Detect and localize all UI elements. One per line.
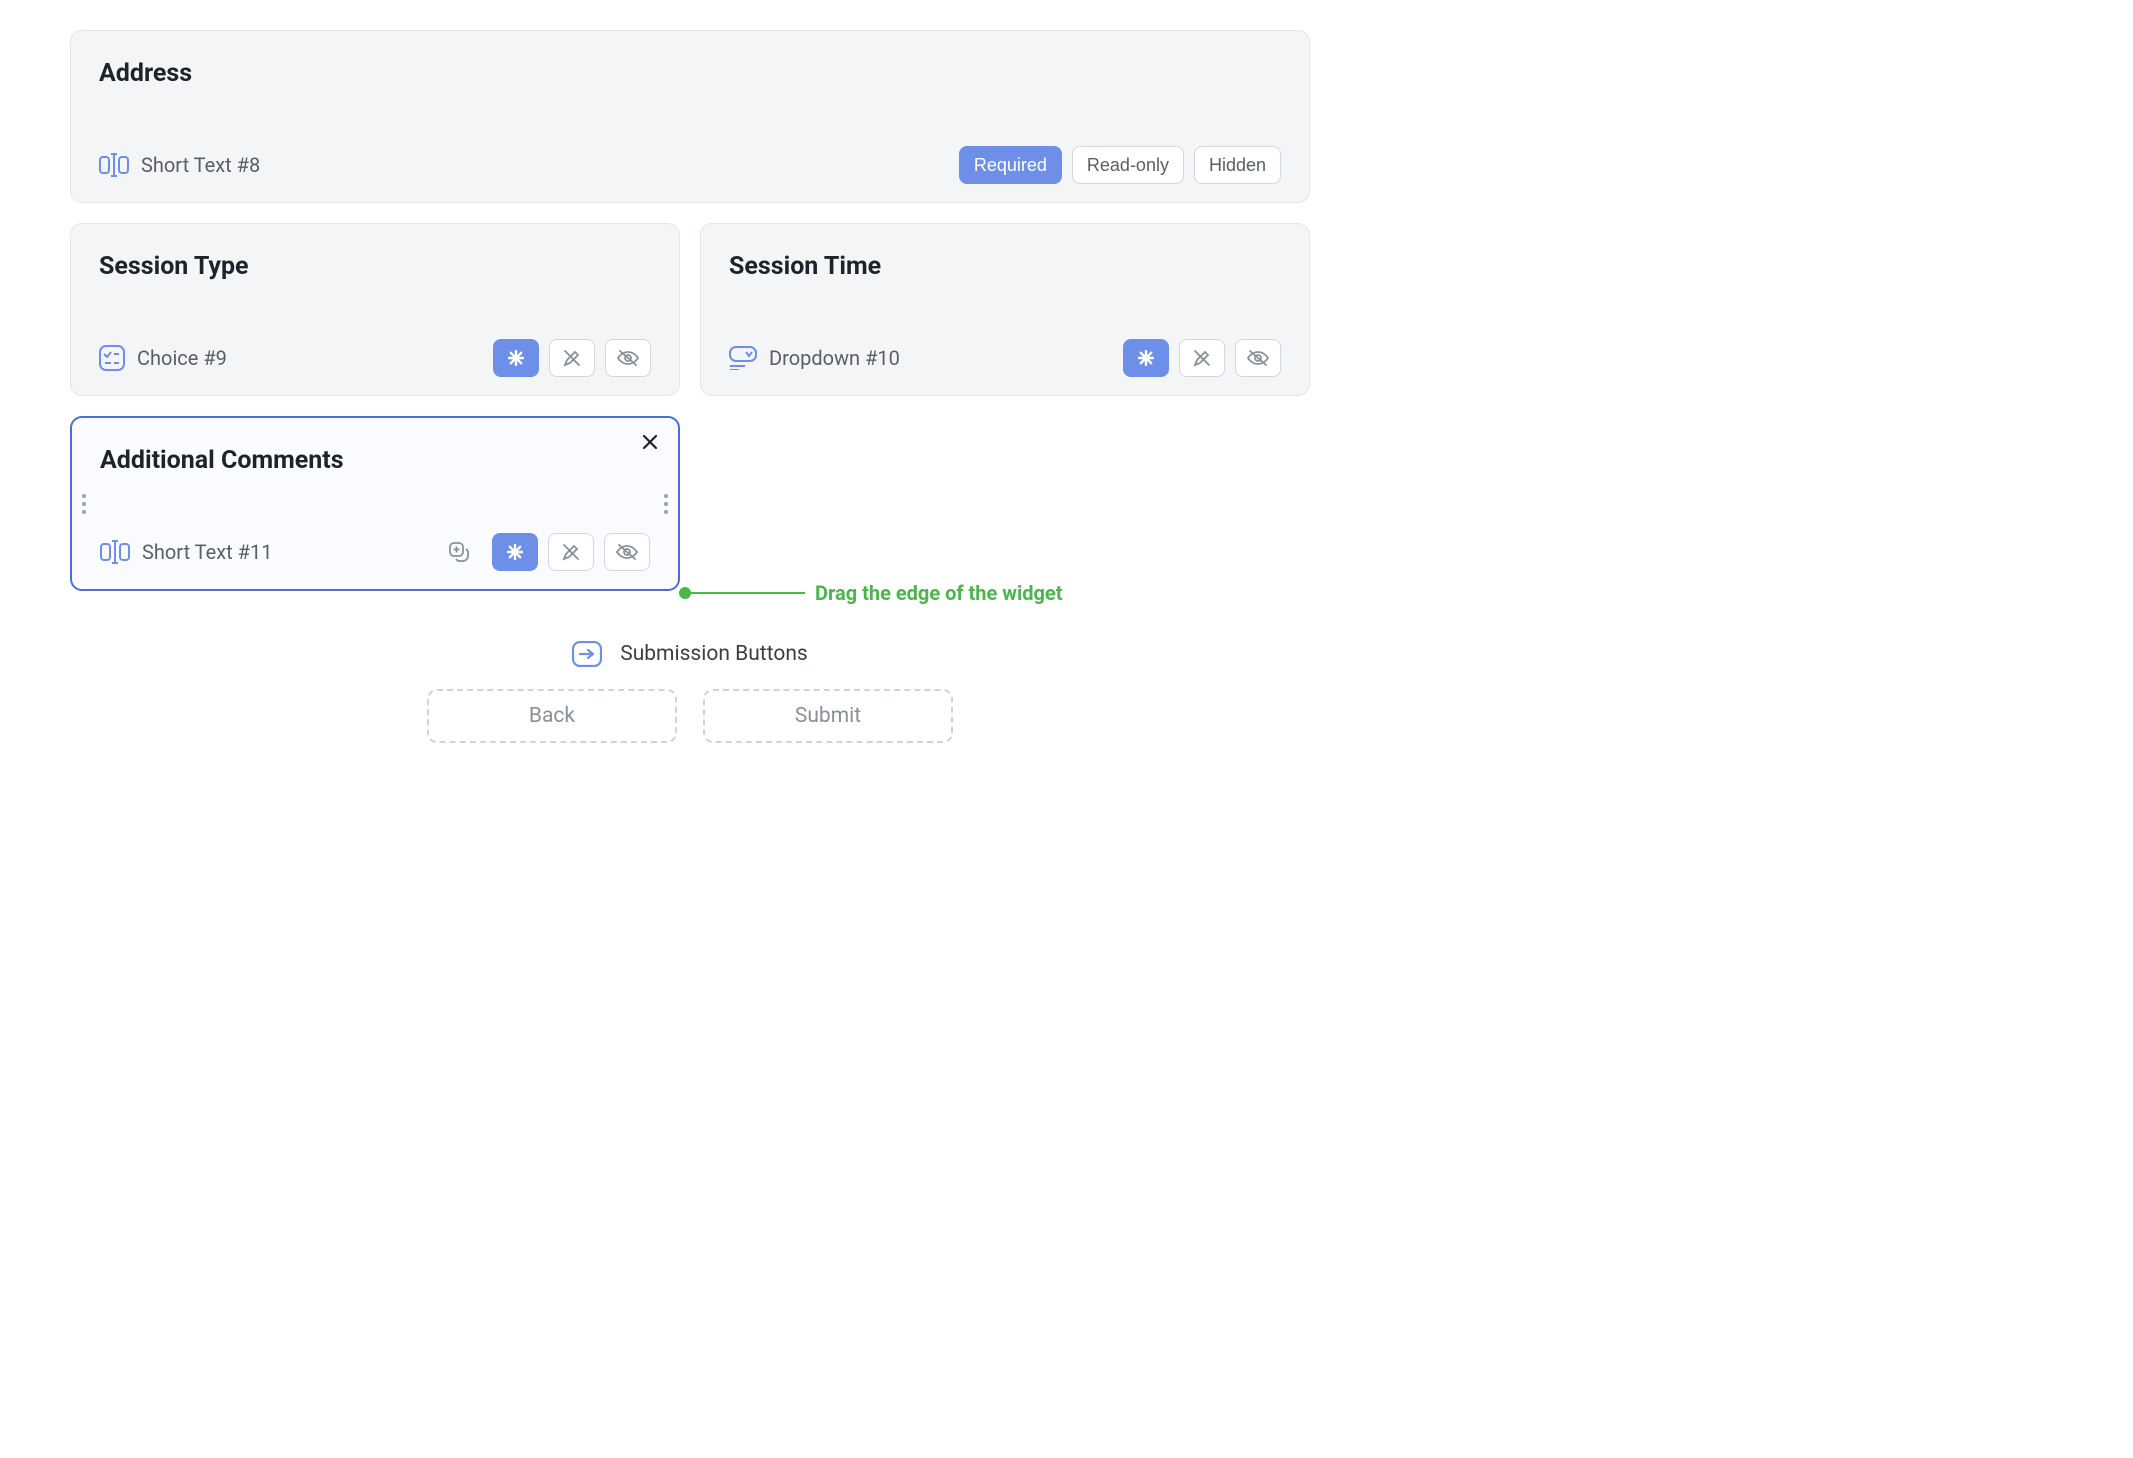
field-label: Short Text #8 [141,153,260,177]
card-actions [436,533,650,571]
asterisk-icon [1138,350,1154,366]
card-title: Session Time [729,252,1281,281]
card-title: Additional Comments [100,446,650,475]
field-type-dropdown: Dropdown #10 [729,346,900,370]
field-type-short-text: Short Text #11 [100,540,272,564]
card-title: Session Type [99,252,651,281]
close-button[interactable] [636,428,664,456]
readonly-toggle[interactable] [548,533,594,571]
short-text-icon [99,153,129,177]
eye-off-icon [617,349,639,367]
annotation-line [685,592,805,594]
pencil-off-icon [1192,348,1212,368]
field-label: Choice #9 [137,346,227,370]
hidden-toggle[interactable] [1235,339,1281,377]
short-text-icon [100,540,130,564]
card-address[interactable]: Address Short Text #8 Required Read-only [70,30,1310,203]
card-actions: Required Read-only Hidden [959,146,1281,184]
card-session-type[interactable]: Session Type Choice #9 [70,223,680,396]
duplicate-icon [447,540,471,564]
field-type-short-text: Short Text #8 [99,153,260,177]
readonly-toggle[interactable] [1179,339,1225,377]
hidden-toggle[interactable] [605,339,651,377]
close-icon [642,434,658,450]
field-label: Short Text #11 [142,540,272,564]
back-button[interactable]: Back [427,689,677,743]
readonly-toggle[interactable] [549,339,595,377]
hidden-toggle[interactable] [604,533,650,571]
submission-heading-text: Submission Buttons [620,642,808,666]
card-actions [493,339,651,377]
drag-handle-left[interactable] [82,494,86,514]
asterisk-icon [508,350,524,366]
readonly-pill[interactable]: Read-only [1072,146,1184,184]
choice-icon [99,345,125,371]
card-title: Address [99,59,1281,88]
card-additional-comments[interactable]: Additional Comments Short Text #11 [70,416,680,591]
required-toggle[interactable] [1123,339,1169,377]
asterisk-icon [507,544,523,560]
field-label: Dropdown #10 [769,346,900,370]
dropdown-icon [729,346,757,370]
eye-off-icon [1247,349,1269,367]
submit-arrow-icon [572,641,602,667]
card-session-time[interactable]: Session Time Dropdown #10 [700,223,1310,396]
submit-button[interactable]: Submit [703,689,953,743]
annotation-text: Drag the edge of the widget [815,581,1063,605]
eye-off-icon [616,543,638,561]
required-toggle[interactable] [493,339,539,377]
duplicate-button[interactable] [436,533,482,571]
pencil-off-icon [561,542,581,562]
field-type-choice: Choice #9 [99,345,227,371]
drag-handle-right[interactable] [664,494,668,514]
card-actions [1123,339,1281,377]
submission-buttons-heading: Submission Buttons [572,641,808,667]
required-toggle[interactable] [492,533,538,571]
hidden-pill[interactable]: Hidden [1194,146,1281,184]
pencil-off-icon [562,348,582,368]
required-pill[interactable]: Required [959,146,1062,184]
